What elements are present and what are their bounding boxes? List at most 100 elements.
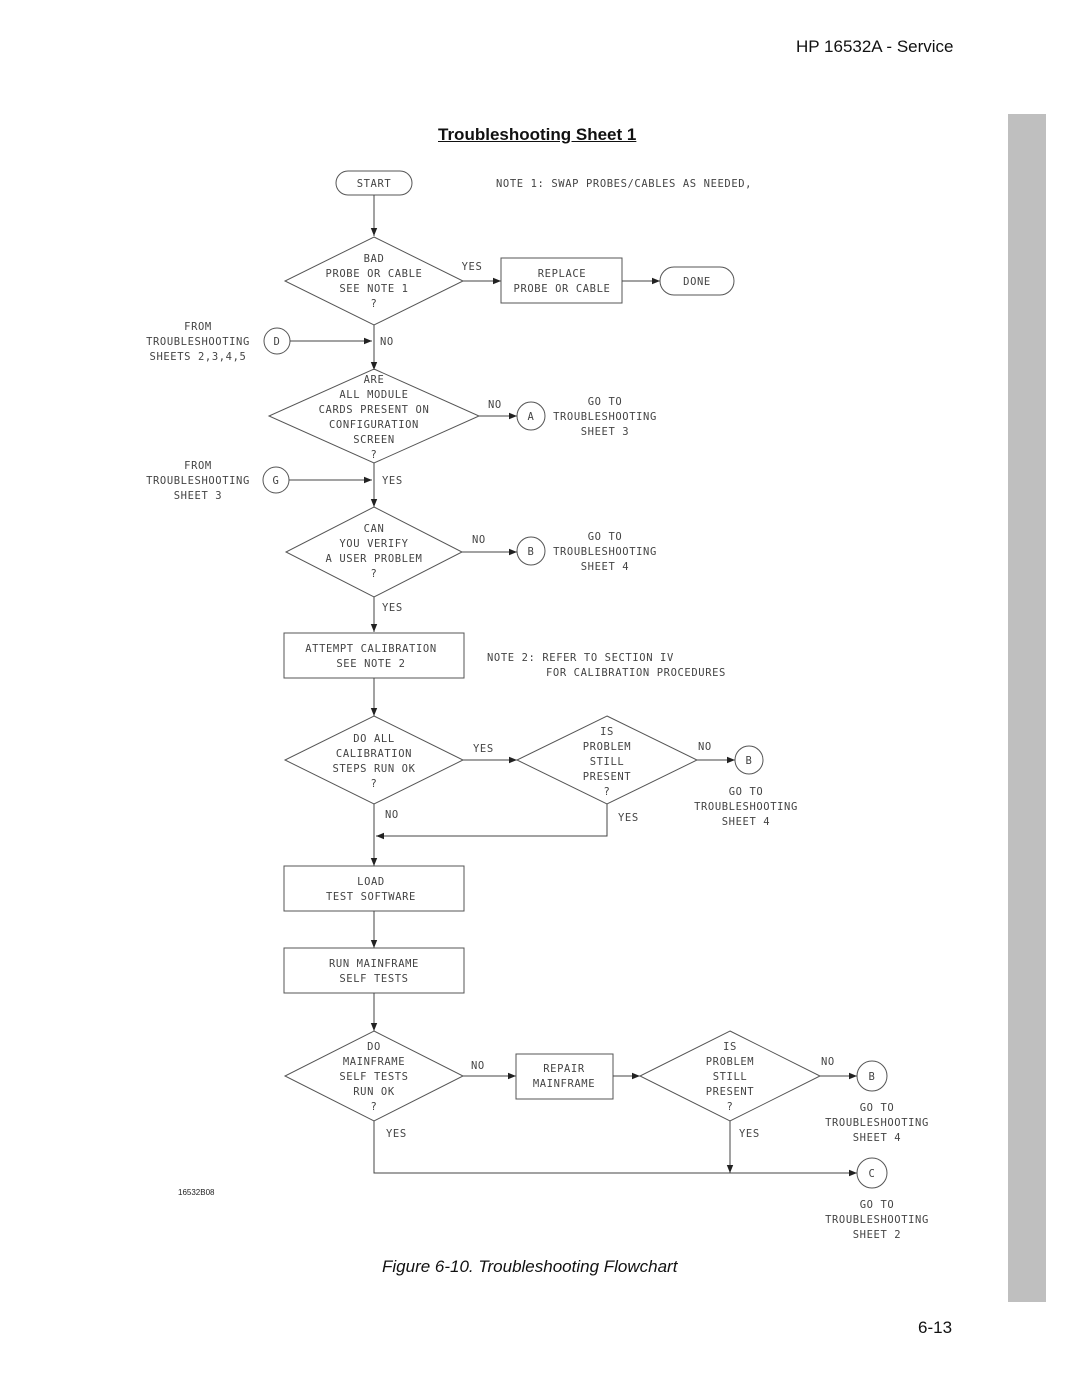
start-label: START bbox=[357, 178, 392, 190]
edge-label-no: NO bbox=[385, 809, 399, 821]
edge-label-no: NO bbox=[380, 336, 394, 348]
connector-g-label: SHEET 3 bbox=[174, 490, 222, 502]
process-attempt-calibration-text: ATTEMPT CALIBRATION bbox=[305, 643, 437, 655]
decision-calibration-ok-text: DO ALL bbox=[353, 733, 395, 745]
process-load-software bbox=[283, 865, 465, 912]
note-2-line-2: FOR CALIBRATION PROCEDURES bbox=[546, 667, 726, 679]
edge-label-no: NO bbox=[471, 1060, 485, 1072]
process-run-self-tests-text: RUN MAINFRAME bbox=[329, 958, 419, 970]
connector-g-letter: G bbox=[273, 475, 280, 487]
connector-b-2-label: TROUBLESHOOTING bbox=[694, 801, 798, 813]
decision-bad-probe-text: BAD bbox=[364, 253, 385, 265]
decision-self-tests-ok-text: ? bbox=[371, 1101, 378, 1113]
arrow-d6-yes bbox=[373, 1121, 857, 1177]
process-load-software-text: TEST SOFTWARE bbox=[326, 891, 416, 903]
decision-verify-problem-text: YOU VERIFY bbox=[339, 538, 408, 550]
connector-b-2-label: SHEET 4 bbox=[722, 816, 770, 828]
connector-c-label: TROUBLESHOOTING bbox=[825, 1214, 929, 1226]
connector-b-3-label: GO TO bbox=[860, 1102, 895, 1114]
note-1: NOTE 1: SWAP PROBES/CABLES AS NEEDED, bbox=[496, 178, 752, 190]
done-label: DONE bbox=[683, 276, 711, 288]
connector-b-1-letter: B bbox=[528, 546, 535, 558]
decision-module-cards-text: ALL MODULE bbox=[339, 389, 408, 401]
process-repair-mainframe-text: MAINFRAME bbox=[533, 1078, 595, 1090]
decision-module-cards-text: CONFIGURATION bbox=[329, 419, 419, 431]
decision-module-cards-text: CARDS PRESENT ON bbox=[319, 404, 430, 416]
connector-b-2-letter: B bbox=[746, 755, 753, 767]
note-2-line-1: NOTE 2: REFER TO SECTION IV bbox=[487, 652, 674, 664]
decision-self-tests-ok-text: RUN OK bbox=[353, 1086, 395, 1098]
connector-b-3-label: SHEET 4 bbox=[853, 1132, 901, 1144]
decision-module-cards-text: ? bbox=[371, 449, 378, 461]
process-run-self-tests bbox=[283, 947, 465, 994]
decision-problem-present-1-text: IS bbox=[600, 726, 614, 738]
connector-b-2-label: GO TO bbox=[729, 786, 764, 798]
edge-label-yes: YES bbox=[382, 475, 403, 487]
connector-c-label: SHEET 2 bbox=[853, 1229, 901, 1241]
flowchart: START NOTE 1: SWAP PROBES/CABLES AS NEEDE… bbox=[146, 170, 929, 1241]
process-replace-probe-text: REPLACE bbox=[538, 268, 586, 280]
process-repair-mainframe bbox=[515, 1053, 614, 1100]
connector-b-3-letter: B bbox=[869, 1071, 876, 1083]
decision-self-tests-ok-text: DO bbox=[367, 1041, 381, 1053]
connector-a-label: SHEET 3 bbox=[581, 426, 629, 438]
decision-bad-probe-text: SEE NOTE 1 bbox=[339, 283, 408, 295]
decision-problem-present-1-text: PROBLEM bbox=[583, 741, 631, 753]
decision-calibration-ok-text: ? bbox=[371, 778, 378, 790]
connector-g-label: TROUBLESHOOTING bbox=[146, 475, 250, 487]
connector-c-letter: C bbox=[869, 1168, 876, 1180]
connector-d-label: TROUBLESHOOTING bbox=[146, 336, 250, 348]
connector-b-1-label: GO TO bbox=[588, 531, 623, 543]
arrow-d5-yes bbox=[376, 804, 608, 840]
process-load-software-text: LOAD bbox=[357, 876, 385, 888]
decision-problem-present-2-text: PROBLEM bbox=[706, 1056, 754, 1068]
connector-b-1-label: SHEET 4 bbox=[581, 561, 629, 573]
decision-bad-probe-text: PROBE OR CABLE bbox=[326, 268, 423, 280]
edge-label-yes: YES bbox=[386, 1128, 407, 1140]
edge-label-yes: YES bbox=[473, 743, 494, 755]
connector-g-label: FROM bbox=[184, 460, 212, 472]
decision-verify-problem bbox=[284, 506, 464, 598]
decision-self-tests-ok-text: SELF TESTS bbox=[339, 1071, 408, 1083]
decision-problem-present-1-text: ? bbox=[604, 786, 611, 798]
connector-c-label: GO TO bbox=[860, 1199, 895, 1211]
decision-bad-probe-text: ? bbox=[371, 298, 378, 310]
decision-verify-problem-text: CAN bbox=[364, 523, 385, 535]
decision-calibration-ok bbox=[283, 715, 465, 805]
connector-b-1-label: TROUBLESHOOTING bbox=[553, 546, 657, 558]
decision-verify-problem-text: A USER PROBLEM bbox=[326, 553, 423, 565]
edge-label-yes: YES bbox=[462, 261, 483, 273]
connector-d-label: FROM bbox=[184, 321, 212, 333]
decision-problem-present-2-text: ? bbox=[727, 1101, 734, 1113]
process-replace-probe-text: PROBE OR CABLE bbox=[514, 283, 611, 295]
connector-a-letter: A bbox=[528, 411, 535, 423]
decision-calibration-ok-text: CALIBRATION bbox=[336, 748, 412, 760]
decision-verify-problem-text: ? bbox=[371, 568, 378, 580]
decision-problem-present-2-text: STILL bbox=[713, 1071, 748, 1083]
connector-a-label: GO TO bbox=[588, 396, 623, 408]
edge-label-no: NO bbox=[488, 399, 502, 411]
edge-label-yes: YES bbox=[618, 812, 639, 824]
process-repair-mainframe-text: REPAIR bbox=[543, 1063, 585, 1075]
connector-b-3-label: TROUBLESHOOTING bbox=[825, 1117, 929, 1129]
edge-label-yes: YES bbox=[382, 602, 403, 614]
decision-calibration-ok-text: STEPS RUN OK bbox=[332, 763, 415, 775]
decision-module-cards-text: SCREEN bbox=[353, 434, 395, 446]
process-run-self-tests-text: SELF TESTS bbox=[339, 973, 408, 985]
process-replace-probe bbox=[500, 257, 623, 304]
process-attempt-calibration bbox=[283, 632, 465, 679]
decision-problem-present-1-text: STILL bbox=[590, 756, 625, 768]
decision-problem-present-1-text: PRESENT bbox=[583, 771, 632, 783]
decision-problem-present-2-text: PRESENT bbox=[706, 1086, 755, 1098]
process-attempt-calibration-text: SEE NOTE 2 bbox=[336, 658, 405, 670]
edge-label-no: NO bbox=[698, 741, 712, 753]
edge-label-yes: YES bbox=[739, 1128, 760, 1140]
edge-label-no: NO bbox=[472, 534, 486, 546]
edge-label-no: NO bbox=[821, 1056, 835, 1068]
decision-module-cards-text: ARE bbox=[364, 374, 385, 386]
connector-d-letter: D bbox=[274, 336, 281, 348]
decision-problem-present-2-text: IS bbox=[723, 1041, 737, 1053]
decision-self-tests-ok-text: MAINFRAME bbox=[343, 1056, 405, 1068]
decision-bad-probe bbox=[283, 236, 465, 326]
connector-d-label: SHEETS 2,3,4,5 bbox=[150, 351, 247, 363]
